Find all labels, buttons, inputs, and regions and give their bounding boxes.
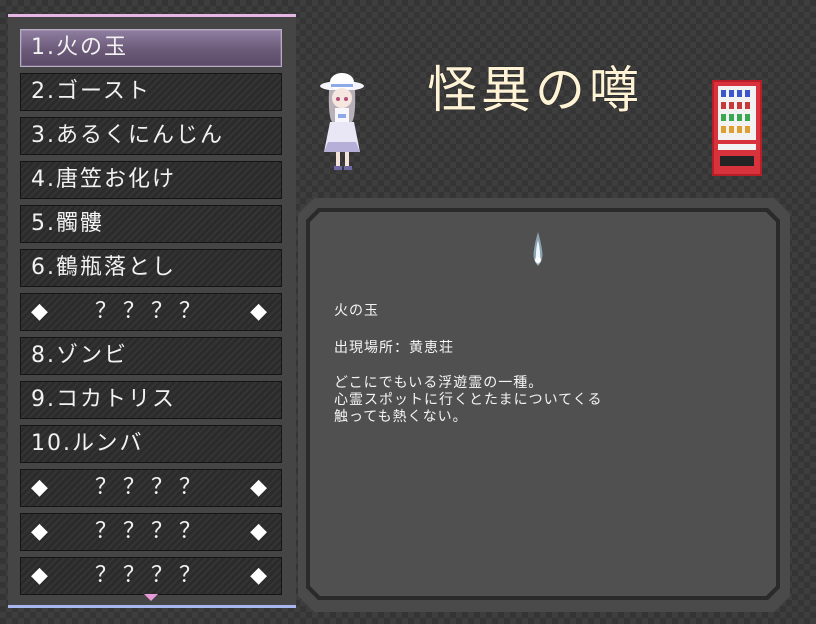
scroll-down-arrow-icon[interactable] xyxy=(144,594,158,601)
list-item-3[interactable]: 3.あるくにんじん xyxy=(20,117,282,155)
list-item-locked-13[interactable]: ◆ ？？？？ ◆ xyxy=(20,557,282,595)
list-item-10[interactable]: 10.ルンバ xyxy=(20,425,282,463)
menu-bottom-rule xyxy=(8,605,296,608)
menu-top-rule xyxy=(8,14,296,17)
diamond-icon: ◆ xyxy=(250,299,269,324)
monster-location: 出現場所：黄恵荘 xyxy=(334,340,454,356)
locked-label: ？？？？ xyxy=(94,519,207,544)
page-title: 怪異の噂 xyxy=(427,61,643,119)
locked-label: ？？？？ xyxy=(94,299,207,324)
diamond-icon: ◆ xyxy=(250,519,269,544)
locked-label: ？？？？ xyxy=(94,475,207,500)
vending-machine-sprite xyxy=(712,80,762,176)
list-item-1[interactable]: 1.火の玉 xyxy=(20,29,282,67)
list-item-6[interactable]: 6.鶴瓶落とし xyxy=(20,249,282,287)
monster-description-line-1: どこにでもいる浮遊霊の一種。 xyxy=(334,375,544,391)
monster-description-line-3: 触っても熱くない。 xyxy=(334,409,468,425)
list-item-5[interactable]: 5.髑髏 xyxy=(20,205,282,243)
list-item-locked-12[interactable]: ◆ ？？？？ ◆ xyxy=(20,513,282,551)
locked-label: ？？？？ xyxy=(94,563,207,588)
list-item-locked-7[interactable]: ◆ ？？？？ ◆ xyxy=(20,293,282,331)
diamond-icon: ◆ xyxy=(250,475,269,500)
list-item-4[interactable]: 4.唐笠お化け xyxy=(20,161,282,199)
character-sprite xyxy=(320,73,364,170)
list-item-locked-11[interactable]: ◆ ？？？？ ◆ xyxy=(20,469,282,507)
monster-name: 火の玉 xyxy=(334,303,379,319)
wisp-flame-icon xyxy=(533,232,543,266)
monster-list-menu: 1.火の玉 2.ゴースト 3.あるくにんじん 4.唐笠お化け 5.髑髏 6.鶴瓶… xyxy=(8,14,296,608)
list-item-2[interactable]: 2.ゴースト xyxy=(20,73,282,111)
diamond-icon: ◆ xyxy=(250,563,269,588)
list-item-8[interactable]: 8.ゾンビ xyxy=(20,337,282,375)
monster-description-line-2: 心霊スポットに行くとたまについてくる xyxy=(334,392,603,408)
list-item-9[interactable]: 9.コカトリス xyxy=(20,381,282,419)
